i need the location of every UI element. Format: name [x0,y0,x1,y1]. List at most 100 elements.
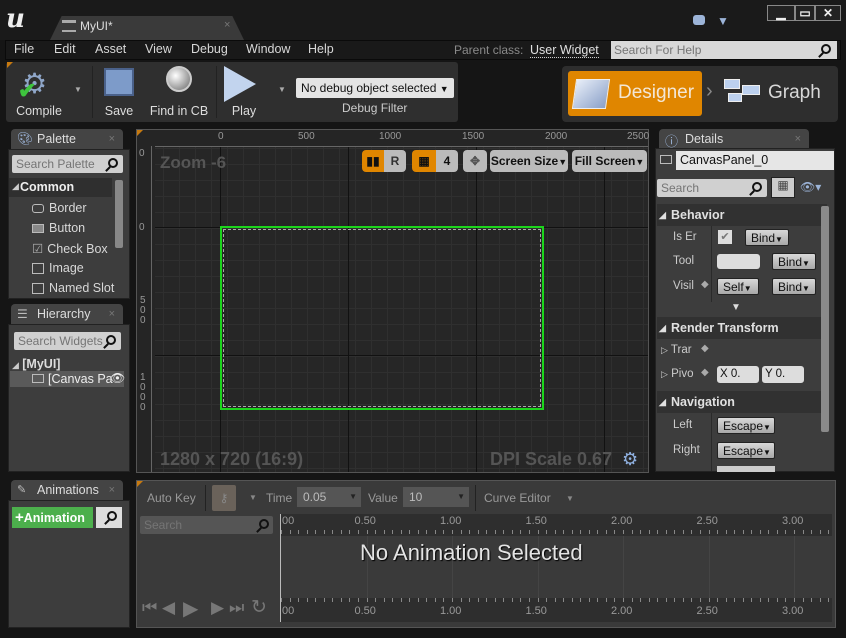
tooltip-bind-button[interactable]: Bind▼ [772,253,816,270]
jump-to-start-icon[interactable]: ⏮ [142,598,157,618]
debug-object-select[interactable]: No debug object selected ▼ [296,78,454,98]
menu-view[interactable]: View [145,42,172,56]
menu-help[interactable]: Help [308,42,334,56]
maximize-button[interactable]: ▭ [795,5,815,21]
play-timeline-icon[interactable]: ▶ [183,596,198,621]
details-scrollbar[interactable] [821,206,829,432]
graph-mode-label[interactable]: Graph [768,82,821,104]
play-options-dropdown[interactable]: ▼ [278,85,286,94]
close-icon[interactable]: × [795,133,801,145]
tutorial-hat-icon[interactable]: ▼ [717,14,729,28]
details-search-field[interactable] [657,179,767,197]
close-icon[interactable]: × [109,484,115,496]
expand-advanced-icon[interactable]: ▼ [731,302,741,313]
pivot-y-field[interactable]: Y 0. [762,366,804,383]
section-render-transform[interactable]: ◢ Render Transform [657,317,827,339]
layout-mode-button[interactable]: ▮▮ [362,150,384,172]
hierarchy-root[interactable]: ◢ [MyUI] [12,357,60,371]
playhead[interactable] [280,514,281,622]
add-key-icon[interactable]: ◆ [701,343,709,354]
dpi-settings-gear-icon[interactable]: ⚙ [622,449,638,470]
time-snap-dropdown[interactable]: 0.05 ▼ [297,487,361,507]
compile-button[interactable]: ⚙ ✔ Compile [10,64,68,120]
compile-options-dropdown[interactable]: ▼ [74,85,82,94]
close-tab-icon[interactable]: × [224,19,230,31]
step-forward-icon[interactable]: ▶ [211,598,224,618]
nav-up-dropdown[interactable] [717,466,775,472]
graph-mode-button[interactable] [724,79,764,105]
is-enabled-checkbox[interactable]: ✔ [718,230,732,244]
add-key-icon[interactable]: ◆ [701,367,709,378]
chevron-down-icon[interactable]: ▼ [566,494,574,503]
hierarchy-search-input[interactable] [14,332,104,350]
details-search-input[interactable] [657,179,747,197]
palette-item-border[interactable]: Border [32,201,87,215]
palette-search-input[interactable] [12,155,104,173]
feedback-icon[interactable] [693,15,705,25]
minimize-button[interactable]: ▁ [767,5,795,21]
details-tab[interactable]: ⓘ Details × [659,129,809,149]
help-search-input[interactable] [611,41,811,59]
play-button[interactable]: Play [220,64,268,120]
animations-tab[interactable]: ✎ Animations × [11,480,123,500]
menu-window[interactable]: Window [246,42,290,56]
menu-file[interactable]: File [14,42,34,56]
value-snap-dropdown[interactable]: 10 ▼ [403,487,469,507]
auto-key-toggle[interactable]: ⚷ [212,485,236,511]
parent-class-link[interactable]: User Widget [530,43,599,58]
nav-left-dropdown[interactable]: Escape▼ [717,417,775,434]
fill-screen-dropdown[interactable]: Fill Screen▼ [572,150,647,172]
curve-editor-button[interactable]: Curve Editor [484,491,551,505]
time-minor-tick [366,598,368,602]
time-minor-tick [546,530,548,534]
help-search-field[interactable] [611,41,837,59]
palette-item-check-box[interactable]: ☑ Check Box [32,241,108,256]
chevron-down-icon[interactable]: ▼ [249,493,257,502]
hierarchy-search-field[interactable] [14,332,121,350]
is-enabled-bind-button[interactable]: Bind▼ [745,229,789,246]
view-options-eye-icon[interactable]: 👁︎▾ [800,180,821,194]
tooltip-text-field[interactable] [717,254,760,269]
render-transform-toggle[interactable]: R [384,150,406,172]
close-window-button[interactable]: ✕ [815,5,841,21]
palette-category-row[interactable]: ◢ Common [9,178,112,197]
menu-asset[interactable]: Asset [95,42,126,56]
close-icon[interactable]: × [109,308,115,320]
find-in-cb-button[interactable]: Find in CB [148,64,210,120]
grid-snap-toggle[interactable]: ▦ [412,150,436,172]
property-matrix-button[interactable]: ▦ [771,177,795,198]
menu-debug[interactable]: Debug [191,42,228,56]
palette-search-field[interactable] [12,155,123,173]
palette-tab[interactable]: 🎨︎ Palette × [11,129,123,149]
palette-scrollbar[interactable] [115,180,123,248]
timeline-search-input[interactable] [140,516,250,534]
save-button[interactable]: Save [98,64,140,120]
add-animation-button[interactable]: +Animation [12,507,93,528]
menu-edit[interactable]: Edit [54,42,76,56]
section-navigation[interactable]: ◢ Navigation [657,391,827,413]
visibility-bind-button[interactable]: Bind▼ [772,278,816,295]
palette-item-button[interactable]: Button [32,221,85,235]
nav-right-dropdown[interactable]: Escape▼ [717,442,775,459]
pivot-x-field[interactable]: X 0. [717,366,759,383]
prop-pivot-row[interactable]: ▷ Pivo [661,368,694,380]
zoom-to-fit-button[interactable]: ✥ [463,150,487,172]
loop-icon[interactable]: ↻ [251,596,267,619]
step-back-icon[interactable]: ◀ [162,598,175,618]
add-key-icon[interactable]: ◆ [701,279,709,290]
section-behavior[interactable]: ◢ Behavior [657,204,827,226]
grid-snap-size[interactable]: 4 [436,150,458,172]
visibility-dropdown[interactable]: Self▼ [717,278,759,295]
animation-search-field[interactable] [96,507,122,528]
hierarchy-tab[interactable]: ☰ Hierarchy × [11,304,123,324]
widget-name-field[interactable]: CanvasPanel_0 [676,151,834,170]
jump-to-end-icon[interactable]: ⏭ [229,598,244,618]
palette-item-named-slot[interactable]: Named Slot [32,281,114,295]
palette-item-image[interactable]: Image [32,261,84,275]
close-icon[interactable]: × [109,133,115,145]
screen-size-dropdown[interactable]: Screen Size▼ [490,150,568,172]
visibility-eye-icon[interactable]: 👁︎ [110,371,125,385]
hierarchy-item-canvas-panel[interactable]: [Canvas Pa 👁︎ [10,371,125,387]
timeline-search-field[interactable] [140,516,273,534]
prop-transform-row[interactable]: ▷ Trar [661,344,692,356]
